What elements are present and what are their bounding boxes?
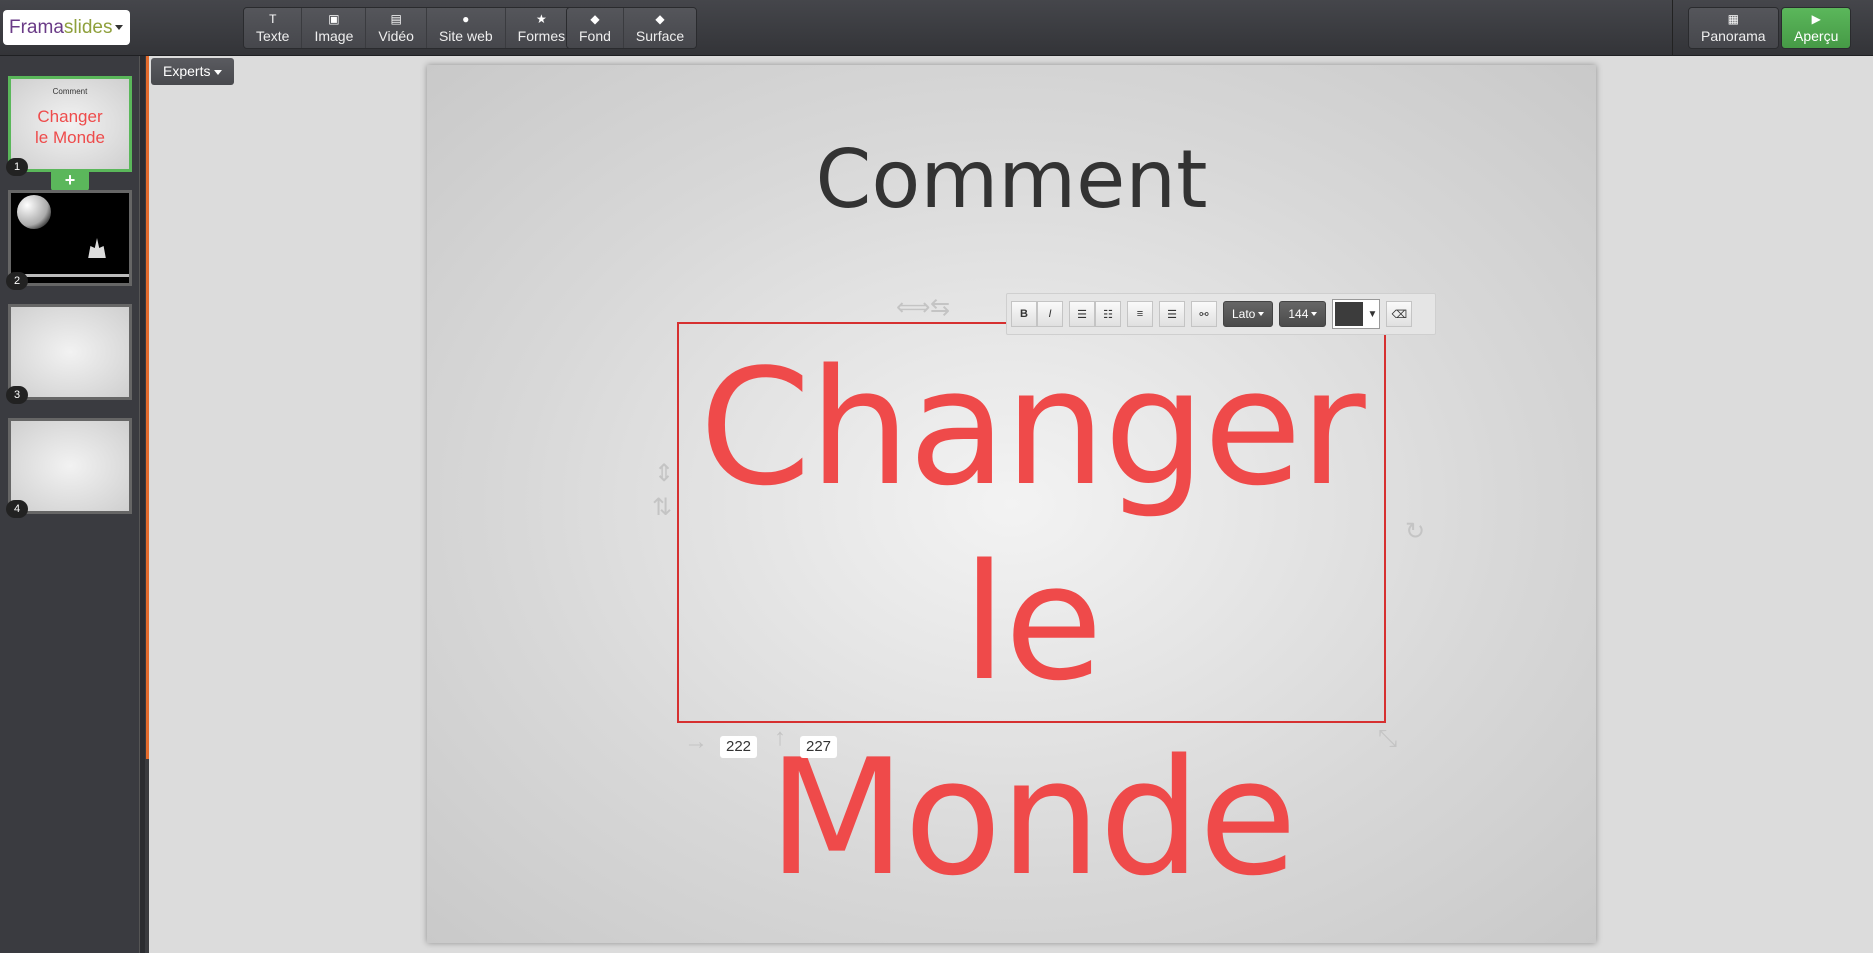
style-button-group: ◆ Fond ◆ Surface — [566, 7, 698, 49]
caret-down-icon — [1311, 312, 1318, 316]
text-line-2: le Monde — [767, 529, 1297, 911]
panorama-button[interactable]: ▦ Panorama — [1689, 8, 1778, 48]
slide-number: 3 — [6, 386, 28, 404]
play-icon: ▶ — [1811, 11, 1821, 26]
skew-icon[interactable]: ⇆ — [930, 296, 950, 320]
slide-thumbnail-2[interactable] — [8, 190, 132, 286]
thumbnail-title: Comment — [52, 87, 88, 96]
bold-button[interactable]: B — [1011, 301, 1037, 327]
caret-down-icon — [1258, 312, 1265, 316]
color-swatch — [1335, 302, 1364, 326]
slide-number: 1 — [6, 158, 28, 176]
align-left-icon[interactable]: ≡ — [1127, 301, 1153, 327]
top-toolbar: Framaslides T Texte ▣ Image ▤ Vidéo ● Si… — [0, 0, 1873, 56]
experts-label: Experts — [163, 63, 211, 79]
slide-number: 4 — [6, 500, 28, 518]
slide-thumbnail-3[interactable] — [8, 304, 132, 400]
texte-label: Texte — [256, 27, 290, 44]
globe-icon: ● — [462, 11, 470, 26]
divider — [1672, 0, 1673, 56]
thumbnail-line-2: le Monde — [35, 128, 105, 147]
brand-name: Frama — [9, 17, 64, 38]
x-position-icon: → — [684, 728, 708, 755]
caret-down-icon — [115, 25, 124, 31]
eraser-icon[interactable]: ⌫ — [1386, 301, 1413, 327]
fond-button[interactable]: ◆ Fond — [567, 8, 624, 48]
video-label: Vidéo — [378, 27, 414, 44]
texte-button[interactable]: T Texte — [244, 8, 303, 48]
rotate-icon[interactable]: ↻ — [1405, 520, 1425, 544]
add-slide-button[interactable]: + — [51, 169, 89, 191]
surface-button[interactable]: ◆ Surface — [623, 8, 697, 48]
panorama-label: Panorama — [1701, 27, 1766, 44]
font-size-dropdown[interactable]: 144 — [1279, 301, 1327, 327]
thumbnail-line-1: Changer — [37, 107, 103, 126]
drop-icon: ◆ — [590, 11, 600, 26]
numbered-list-icon[interactable]: ☷ — [1095, 301, 1121, 327]
skew-vertical-icon[interactable]: ⇅ — [652, 496, 672, 520]
bullet-list-icon[interactable]: ☰ — [1069, 301, 1095, 327]
text-line-1: Changer — [699, 334, 1365, 521]
selected-text-box[interactable]: Changer le Monde — [677, 322, 1386, 911]
experts-dropdown[interactable]: Experts — [151, 58, 234, 85]
apercu-label: Aperçu — [1794, 27, 1839, 44]
caret-down-icon: ▼ — [1367, 308, 1378, 320]
y-position-field[interactable]: 227 — [800, 736, 838, 758]
fond-label: Fond — [579, 27, 611, 44]
star-icon: ★ — [536, 11, 547, 26]
site-web-button[interactable]: ● Site web — [426, 8, 506, 48]
slide-thumbnail-1[interactable]: Comment Changer le Monde — [8, 76, 132, 172]
caret-down-icon — [214, 69, 223, 75]
text-color-picker[interactable]: ▼ — [1332, 299, 1381, 329]
brand-suffix: slides — [63, 17, 113, 38]
grid-icon: ▦ — [1727, 11, 1739, 26]
drop-icon: ◆ — [655, 11, 665, 26]
slide-title[interactable]: Comment — [427, 133, 1596, 226]
panorama-group: ▦ Panorama — [1688, 7, 1779, 49]
font-family-dropdown[interactable]: Lato — [1223, 301, 1274, 327]
image-icon: ▣ — [328, 11, 340, 26]
font-family-value: Lato — [1232, 307, 1256, 321]
image-button[interactable]: ▣ Image — [302, 8, 367, 48]
apercu-group: ▶ Aperçu — [1781, 7, 1852, 49]
align-center-icon[interactable]: ☰ — [1159, 301, 1185, 327]
moon-image — [17, 195, 51, 229]
image-label: Image — [314, 27, 354, 44]
resize-width-icon[interactable]: ⟺ — [896, 296, 930, 320]
text-format-toolbar: B I ☰ ☷ ≡ ☰ ⚯ Lato 144 ▼ ⌫ — [1006, 293, 1436, 335]
link-icon[interactable]: ⚯ — [1191, 301, 1217, 327]
site-web-label: Site web — [438, 27, 493, 44]
x-position-field[interactable]: 222 — [720, 736, 758, 758]
resize-height-icon[interactable]: ⇕ — [654, 462, 674, 486]
brand-menu[interactable]: Framaslides — [3, 10, 130, 45]
resize-corner-icon[interactable]: ⤡ — [1378, 727, 1397, 751]
apercu-button[interactable]: ▶ Aperçu — [1782, 8, 1851, 48]
video-button[interactable]: ▤ Vidéo — [366, 8, 427, 48]
scroll-indicator — [146, 56, 149, 759]
insert-button-group: T Texte ▣ Image ▤ Vidéo ● Site web ★ For… — [243, 7, 579, 49]
thumbnail-caption — [19, 274, 129, 277]
sidebar-splitter[interactable] — [139, 56, 145, 953]
y-position-icon: ↑ — [774, 724, 786, 751]
font-size-value: 144 — [1288, 307, 1309, 321]
formes-label: Formes — [517, 27, 566, 44]
italic-button[interactable]: I — [1037, 301, 1063, 327]
figure-image — [88, 238, 106, 258]
text-content[interactable]: Changer le Monde — [679, 330, 1384, 915]
text-icon: T — [269, 11, 277, 26]
film-icon: ▤ — [390, 11, 402, 26]
surface-label: Surface — [635, 27, 685, 44]
slide-thumbnail-4[interactable] — [8, 418, 132, 514]
slide-number: 2 — [6, 272, 28, 290]
thumbnail-text: Changer le Monde — [11, 106, 129, 148]
